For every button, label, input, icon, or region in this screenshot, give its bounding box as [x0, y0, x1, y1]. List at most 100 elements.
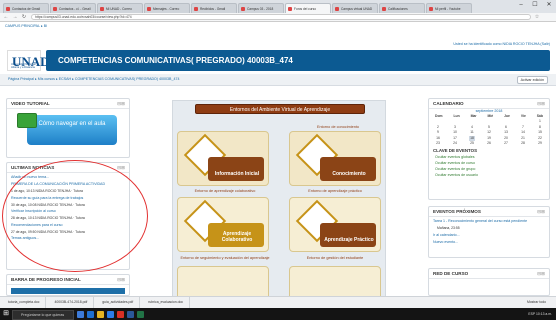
file-explorer-icon[interactable] — [97, 310, 104, 318]
activate-editing-button[interactable]: Activar edición — [516, 76, 548, 84]
block-controls-icon[interactable]: ⊟⊞ — [537, 99, 545, 108]
show-all-downloads-button[interactable]: Mostrar todo — [525, 297, 552, 308]
events-key-item[interactable]: Ocultar eventos globales — [435, 155, 543, 160]
browser-tab[interactable]: Calificaciones — [379, 3, 425, 13]
favicon-icon — [147, 6, 151, 11]
laptop-icon — [17, 113, 37, 128]
calendar-header: CALENDARIO ⊟⊞ — [429, 99, 549, 109]
excel-icon[interactable] — [137, 310, 144, 318]
favicon-icon — [194, 6, 198, 11]
calendar-block: CALENDARIO ⊟⊞ septiembre 2018 Dom Lun Mar M… — [428, 98, 550, 200]
browser-tab[interactable]: Mi UNAD - Correo — [97, 3, 143, 13]
tab-label: Recibidos - Gmail — [200, 6, 226, 11]
browser-tab-bar: Contactos de Gmail Contactos - cl. - Gmai… — [0, 0, 556, 13]
network-title: RED DE CURSO — [433, 271, 469, 276]
collab-env-label: Entorno de aprendizaje colaborativo — [194, 189, 256, 193]
minimize-button[interactable]: – — [514, 0, 528, 10]
upcoming-event-link[interactable]: Tarea 1 - Reconocimiento general del cur… — [433, 219, 545, 224]
tab-label: Foros del curso — [294, 6, 316, 11]
store-icon[interactable] — [107, 310, 114, 318]
video-tutorial-block: VIDEO TUTORIAL ⊟⊞ Cómo navegar en el aul… — [6, 98, 130, 158]
top-breadcrumb-link[interactable]: CAMPUS PRINCIPAL ▸ BI — [5, 24, 47, 28]
favicon-icon — [288, 6, 292, 11]
video-tutorial-header: VIDEO TUTORIAL ⊟⊞ — [7, 99, 129, 109]
events-key-item[interactable]: Ocultar eventos de usuario — [435, 173, 543, 178]
calendar-day[interactable]: 27 — [503, 141, 509, 146]
logo-subtitle: Universidad Nacional Abierta y a Distanc… — [11, 63, 36, 69]
download-item[interactable]: 40003B-474-2018.pdf — [52, 297, 95, 308]
go-to-calendar-link[interactable]: Ir al calendario... — [433, 233, 545, 238]
calendar-day[interactable]: 25 — [469, 141, 475, 146]
tutorial-banner[interactable]: Cómo navegar en el aula — [27, 115, 117, 145]
download-item[interactable]: guia_actividades.pdf — [100, 297, 141, 308]
browser-tab[interactable]: Recibidos - Gmail — [191, 3, 237, 13]
block-controls-icon[interactable]: ⊟⊞ — [117, 99, 125, 108]
block-controls-icon[interactable]: ⊟⊞ — [117, 275, 125, 284]
star-icon[interactable]: ☆ — [534, 14, 540, 20]
management-env-label: Entorno de gestión del estudiante — [306, 256, 364, 260]
edge-icon[interactable] — [87, 310, 94, 318]
progress-bar — [11, 288, 125, 294]
browser-tab[interactable]: Campus virtual UNAD — [332, 3, 378, 13]
favicon-icon — [429, 6, 433, 11]
download-item[interactable]: rubrica_evaluacion.doc — [146, 297, 191, 308]
browser-tab[interactable]: Campus 03 - 2018 — [238, 3, 284, 13]
tile-knowledge[interactable]: Conocimiento — [289, 131, 381, 186]
calendar-day[interactable]: 28 — [520, 141, 526, 146]
system-tray-clock[interactable]: ESP 10:13 a.m. — [528, 308, 552, 320]
tab-label: Campus virtual UNAD — [341, 6, 373, 11]
tab-label: Mi UNAD - Correo — [106, 6, 132, 11]
forward-icon[interactable]: → — [12, 14, 18, 20]
block-controls-icon[interactable]: ⊟⊞ — [537, 269, 545, 278]
breadcrumb[interactable]: Página Principal ▸ Mis cursos ▸ ECSAH ▸ … — [8, 77, 179, 81]
tab-label: Mensajes - Correo — [153, 6, 180, 11]
back-icon[interactable]: ← — [3, 14, 9, 20]
address-bar-row: ← → ↻ https://campus03.unad.edu.co/ecsah… — [0, 13, 556, 22]
progress-title: BARRA DE PROGRESO INICIAL — [11, 277, 81, 282]
close-button[interactable]: ✕ — [542, 0, 556, 10]
calendar-day[interactable]: 26 — [486, 141, 492, 146]
block-controls-icon[interactable]: ⊟⊞ — [537, 207, 545, 216]
maximize-button[interactable]: ☐ — [528, 0, 542, 10]
tile-collaborative[interactable]: Aprendizaje Colaborativo — [177, 197, 269, 252]
knowledge-env-label: Entorno de conocimiento — [316, 125, 359, 129]
browser-tab[interactable]: Contactos de Gmail — [3, 3, 49, 13]
tab-label: Calificaciones — [388, 6, 408, 11]
calendar-day[interactable]: 24 — [452, 141, 458, 146]
download-item[interactable]: tutoria_completa.doc — [6, 297, 47, 308]
reload-icon[interactable]: ↻ — [21, 14, 27, 20]
calendar-grid: 1 2 3 4 5 6 7 8 9 10 11 12 13 14 15 16 17 18 19 20 21 22 23 24 2… — [429, 119, 549, 146]
calendar-day[interactable]: 23 — [435, 141, 441, 146]
tile-label: Aprendizaje Práctico — [324, 237, 374, 243]
progress-block: BARRA DE PROGRESO INICIAL ⊟⊞ — [6, 274, 130, 296]
browser-tab[interactable]: Mi perfil - Youtube — [426, 3, 472, 13]
progress-header: BARRA DE PROGRESO INICIAL ⊟⊞ — [7, 275, 129, 285]
browser-tab[interactable]: Foros del curso — [285, 3, 331, 13]
task-view-icon[interactable] — [77, 310, 84, 318]
upcoming-title: EVENTOS PRÓXIMOS — [433, 209, 481, 214]
favicon-icon — [100, 6, 104, 11]
unad-logo[interactable]: UNAD Universidad Nacional Abierta y a Di… — [7, 50, 50, 71]
calendar-day[interactable]: 29 — [537, 141, 543, 146]
tile-plate — [320, 157, 376, 181]
url-input[interactable]: https://campus03.unad.edu.co/ecsah03/cou… — [31, 14, 531, 20]
tile-initial-info[interactable]: Información Inicial — [177, 131, 269, 186]
browser-tab[interactable]: Contactos - cl. - Gmail — [50, 3, 96, 13]
course-title: COMPETENCIAS COMUNICATIVAS( PREGRADO) 40… — [46, 50, 550, 71]
events-key-item[interactable]: Ocultar eventos de curso — [435, 161, 543, 166]
taskbar-search-input[interactable]: Pregúntame lo que quieras — [12, 309, 74, 320]
tab-label: Campus 03 - 2018 — [247, 6, 274, 11]
favicon-icon — [53, 6, 57, 11]
events-key-item[interactable]: Ocultar eventos de grupo — [435, 167, 543, 172]
favicon-icon — [241, 6, 245, 11]
red-circle-annotation — [2, 160, 148, 272]
word-icon[interactable] — [127, 310, 134, 318]
events-key-title: CLAVE DE EVENTOS — [433, 148, 477, 154]
windows-start-icon[interactable]: ⊞ — [0, 308, 12, 320]
new-event-link[interactable]: Nuevo evento... — [433, 240, 545, 245]
user-login-info[interactable]: Usted se ha identificado como NIDIA ROCI… — [453, 42, 550, 46]
browser-tab[interactable]: Mensajes - Correo — [144, 3, 190, 13]
chrome-icon[interactable] — [117, 310, 124, 318]
site-header: CAMPUS PRINCIPAL ▸ BI Usted se ha identi… — [0, 22, 556, 74]
tile-practice[interactable]: Aprendizaje Práctico — [289, 197, 381, 252]
